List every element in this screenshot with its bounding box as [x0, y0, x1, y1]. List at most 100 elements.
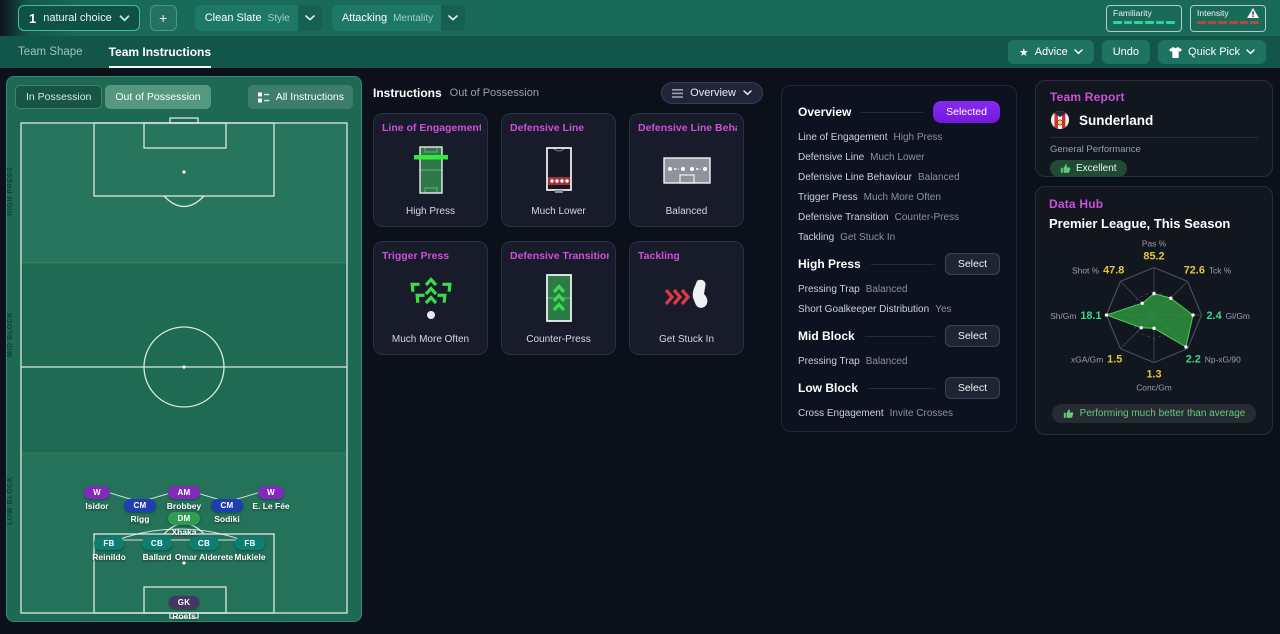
section-header-high-press: High Press Select [798, 253, 1000, 275]
row-label: Trigger Press [798, 192, 858, 203]
checklist-icon [257, 92, 270, 102]
player: FB Mukiele [208, 533, 292, 562]
player-position-pill[interactable]: GK [168, 596, 200, 609]
view-selector-dropdown[interactable]: Overview [661, 82, 763, 104]
out-of-possession-button[interactable]: Out of Possession [105, 85, 211, 109]
instructions-header: Instructions Out of Possession Overview [373, 82, 763, 104]
instruction-card-defensive-line-behaviour[interactable]: Defensive Line Behavio Balanced [629, 113, 744, 227]
warning-icon [1247, 7, 1259, 18]
player-name: Roefs [172, 611, 196, 621]
svg-text:72.6Tck %: 72.6 Tck % [1184, 264, 1232, 276]
performance-note-badge: Performing much better than average [1051, 404, 1257, 423]
radar-axis-text: Tck % [1209, 265, 1232, 275]
undo-button[interactable]: Undo [1101, 40, 1151, 64]
row-value: Balanced [917, 172, 960, 183]
instruction-card-defensive-line[interactable]: Defensive Line Much Lower [501, 113, 616, 227]
svg-text:2.2Np-xG/90: 2.2 Np-xG/90 [1186, 354, 1241, 366]
instructions-subtitle: Out of Possession [449, 87, 539, 99]
instruction-card-line-of-engagement[interactable]: Line of Engagement High Press [373, 113, 488, 227]
familiarity-segments [1113, 20, 1176, 24]
intensity-label: Intensity [1197, 7, 1229, 18]
section-header-low-block: Low Block Select [798, 377, 1000, 399]
zone-label-high-press: HIGH PRESS [7, 166, 14, 216]
add-tactic-button[interactable]: + [149, 5, 177, 31]
familiarity-meter: Familiarity [1106, 4, 1182, 32]
card-value: Much More Often [391, 334, 470, 345]
row-label: Defensive Transition [798, 212, 889, 223]
row-value: Get Stuck In [840, 232, 896, 243]
card-value: Counter-Press [526, 334, 591, 345]
meter-segment [1113, 20, 1122, 24]
svg-text:1.3: 1.3 [1146, 368, 1161, 380]
quick-pick-label: Quick Pick [1188, 46, 1240, 58]
summary-row: Pressing Trap Balanced [798, 284, 1000, 295]
advice-button[interactable]: ★ Advice [1007, 40, 1094, 64]
section-header-overview: Overview Selected [798, 101, 1000, 123]
data-hub-subtitle: Premier League, This Season [1049, 216, 1231, 231]
tab-team-shape[interactable]: Team Shape [18, 36, 83, 68]
quick-pick-button[interactable]: Quick Pick [1158, 40, 1266, 64]
all-instructions-button[interactable]: All Instructions [247, 85, 353, 109]
divider [861, 111, 924, 113]
style-value: Clean Slate [204, 12, 262, 24]
row-label: Line of Engagement [798, 132, 888, 143]
team-name: Sunderland [1079, 112, 1154, 128]
player-position-pill[interactable]: FB [235, 537, 265, 550]
section-title: Overview [798, 105, 852, 119]
card-value: Much Lower [531, 206, 586, 217]
select-button[interactable]: Select [944, 325, 1000, 347]
top-toolbar: 1 natural choice + Clean Slate Style Att… [0, 0, 1280, 36]
select-button[interactable]: Select [944, 377, 1000, 399]
summary-row: Pressing Trap Balanced [798, 356, 1000, 367]
player-position-pill[interactable]: W [258, 486, 284, 499]
instruction-card-trigger-press[interactable]: Trigger Press Much More Often [373, 241, 488, 355]
shirt-icon [1169, 46, 1183, 58]
club-row: Sunderland [1050, 110, 1258, 130]
tactic-selector[interactable]: 1 natural choice [18, 5, 140, 31]
meter-segment [1229, 20, 1238, 24]
style-dropdown[interactable]: Clean Slate Style [194, 5, 322, 31]
instructions-column: Instructions Out of Possession Overview … [373, 82, 763, 355]
summary-row: Tackling Get Stuck In [798, 232, 1000, 243]
section-header-mid-block: Mid Block Select [798, 325, 1000, 347]
radar-chart: Pas % 85.2 72.6 Tck % 2.4 Gl/Gm 2.2 Np-xG/90 1.3… [1049, 231, 1259, 403]
possession-toggle: In Possession Out of Possession All Inst… [15, 85, 353, 109]
player-position-pill[interactable]: DM [168, 512, 200, 525]
player: W E. Le Fée [229, 482, 313, 511]
row-value: Yes [935, 304, 952, 315]
chevron-down-icon [441, 5, 466, 31]
player-name: E. Le Fée [252, 501, 290, 511]
intensity-segments [1197, 20, 1260, 24]
summary-row: Short Goalkeeper Distribution Yes [798, 304, 1000, 315]
row-value: Much Lower [870, 152, 925, 163]
section-title: Low Block [798, 381, 859, 395]
zone-label-low-block: LOW BLOCK [7, 476, 14, 526]
card-title: Defensive Transition [510, 250, 609, 262]
club-crest-icon [1050, 110, 1070, 130]
in-possession-button[interactable]: In Possession [15, 85, 103, 109]
row-label: Defensive Line [798, 152, 865, 163]
summary-row: Cross Engagement Invite Crosses [798, 408, 1000, 419]
team-report-panel: Team Report Sunderland General Performan… [1035, 80, 1273, 177]
instruction-summary-panel: Overview Selected Line of Engagement High P… [781, 85, 1017, 432]
team-instructions-screen: 1 natural choice + Clean Slate Style Att… [0, 0, 1280, 634]
radar-axis-text: 72.6 [1184, 264, 1205, 276]
hamburger-icon [672, 88, 684, 98]
familiarity-label: Familiarity [1113, 7, 1152, 18]
instruction-card-tackling[interactable]: Tackling Get Stuck In [629, 241, 744, 355]
mentality-label: Mentality [393, 12, 434, 24]
instruction-card-defensive-transition[interactable]: Defensive Transition Counter-Press [501, 241, 616, 355]
selected-button[interactable]: Selected [933, 101, 1000, 123]
thumbs-up-icon [1060, 164, 1071, 173]
radar-axis-text: 47.8 [1103, 264, 1124, 276]
meter-segment [1218, 20, 1228, 24]
card-title: Trigger Press [382, 250, 450, 262]
select-button[interactable]: Select [944, 253, 1000, 275]
style-label: Style [267, 12, 290, 24]
svg-text:Conc/Gm: Conc/Gm [1136, 382, 1172, 392]
mentality-dropdown[interactable]: Attacking Mentality [331, 5, 466, 31]
tab-team-instructions[interactable]: Team Instructions [108, 36, 212, 68]
defensive-line-behaviour-icon [661, 134, 713, 206]
data-hub-footer: Performing much better than average [1049, 404, 1259, 423]
view-selector-value: Overview [690, 87, 736, 99]
